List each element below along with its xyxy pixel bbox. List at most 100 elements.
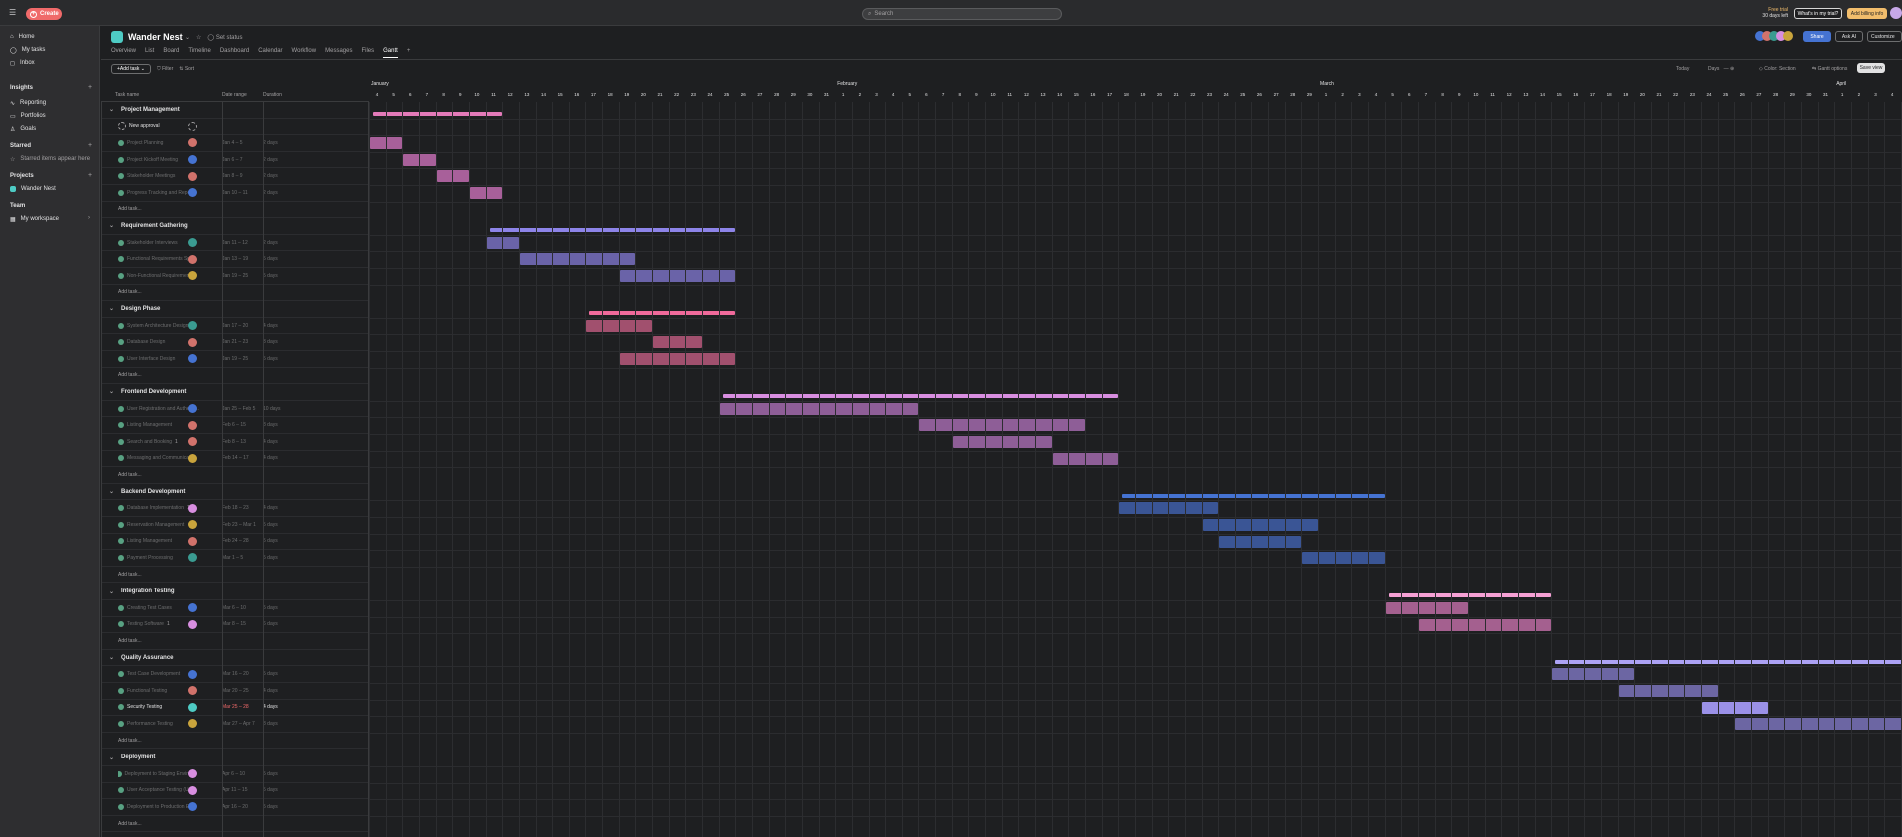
add-task-row[interactable]: Add task...	[101, 285, 369, 302]
approval-icon[interactable]	[118, 122, 126, 131]
assignee-avatar[interactable]	[188, 669, 197, 679]
color-select[interactable]: ◇ Color: Section	[1759, 64, 1796, 74]
complete-check-icon[interactable]	[118, 787, 124, 794]
add-task-row[interactable]: Add task...	[101, 368, 369, 385]
complete-check-icon[interactable]	[118, 554, 124, 561]
assignee-avatar[interactable]	[188, 271, 197, 281]
task-row[interactable]: Stakeholder Meetings Jan 8 – 9 2 days	[101, 168, 369, 185]
task-bar[interactable]	[1735, 718, 1902, 731]
task-row[interactable]: User Acceptance Testing (UAT) Apr 11 – 15…	[101, 783, 369, 800]
assignee-avatar[interactable]	[188, 404, 197, 414]
complete-check-icon[interactable]	[118, 538, 124, 545]
task-row[interactable]: Project Planning Jan 4 – 5 2 days	[101, 135, 369, 152]
task-row[interactable]: Messaging and Communicati... Feb 14 – 17 4…	[101, 451, 369, 468]
sidebar-item-my-tasks[interactable]: ◯ My tasks	[10, 45, 45, 55]
assignee-avatar[interactable]	[188, 188, 197, 198]
task-date-range[interactable]: Jan 21 – 23	[222, 339, 248, 345]
ask-ai-button[interactable]: Ask AI	[1835, 31, 1863, 42]
task-row[interactable]: Test Case Development Mar 16 – 20 5 days	[101, 666, 369, 683]
add-project-icon[interactable]: +	[88, 172, 92, 179]
sidebar-item-portfolios[interactable]: ▭ Portfolios	[10, 111, 46, 121]
complete-check-icon[interactable]	[118, 355, 124, 362]
col-duration[interactable]: Duration	[263, 92, 282, 98]
add-starred-icon[interactable]: +	[88, 142, 92, 149]
task-date-range[interactable]: Jan 4 – 5	[222, 140, 243, 146]
assignee-avatar[interactable]	[188, 254, 197, 264]
task-row[interactable]: Payment Processing Mar 1 – 5 5 days	[101, 550, 369, 567]
assignee-avatar[interactable]	[188, 238, 197, 248]
assignee-avatar[interactable]	[188, 337, 197, 347]
task-date-range[interactable]: Apr 6 – 10	[222, 771, 245, 777]
zoom-select[interactable]: Days — ⊕	[1708, 64, 1734, 74]
add-task-link[interactable]: Add task...	[118, 821, 204, 827]
assignee-avatar[interactable]	[188, 321, 197, 331]
complete-check-icon[interactable]	[118, 405, 124, 412]
sidebar-item-goals[interactable]: ♙ Goals	[10, 124, 36, 134]
complete-check-icon[interactable]	[118, 604, 124, 611]
assignee-avatar[interactable]	[188, 420, 197, 430]
complete-check-icon[interactable]	[118, 189, 124, 196]
complete-check-icon[interactable]	[118, 438, 124, 445]
add-task-row[interactable]: Add task...	[101, 567, 369, 584]
task-row[interactable]: Creating Test Cases Mar 6 – 10 5 days	[101, 600, 369, 617]
customize-button[interactable]: Customize	[1867, 31, 1902, 42]
task-date-range[interactable]: Mar 8 – 15	[222, 621, 246, 627]
whats-in-trial-button[interactable]: What's in my trial?	[1794, 8, 1842, 19]
task-date-range[interactable]: Jan 19 – 25	[222, 356, 248, 362]
tab-messages[interactable]: Messages	[325, 48, 352, 58]
set-status-button[interactable]: ◯ Set status	[207, 34, 242, 41]
assignee-avatar[interactable]	[188, 155, 197, 165]
task-row[interactable]: Functional Testing Mar 20 – 25 4 days	[101, 683, 369, 700]
add-task-row[interactable]: Add task...	[101, 467, 369, 484]
add-task-row[interactable]: Add task...	[101, 202, 369, 219]
task-date-range[interactable]: Jan 11 – 12	[222, 240, 248, 246]
complete-check-icon[interactable]	[118, 156, 124, 163]
col-date-range[interactable]: Date range	[222, 92, 247, 98]
task-row[interactable]: Search and Booking 1 Feb 8 – 13 4 days	[101, 434, 369, 451]
tab-dashboard[interactable]: Dashboard	[220, 48, 249, 58]
user-avatar[interactable]	[1890, 7, 1902, 19]
task-date-range[interactable]: Mar 25 – 28	[222, 704, 249, 710]
section-name[interactable]: ⌄ Quality Assurance	[109, 654, 209, 662]
task-bar[interactable]	[1552, 668, 1635, 681]
add-task-link[interactable]: Add task...	[118, 738, 204, 744]
add-task-link[interactable]: Add task...	[118, 289, 204, 295]
complete-check-icon[interactable]	[118, 239, 124, 246]
section-name[interactable]: ⌄ Project Management	[109, 106, 209, 114]
assignee-avatar[interactable]	[188, 686, 197, 696]
chevron-down-icon[interactable]: ⌄	[109, 222, 114, 229]
chevron-down-icon[interactable]: ⌄	[109, 388, 114, 395]
assignee-avatar[interactable]	[188, 536, 197, 546]
sidebar-section-insights[interactable]: Insights	[10, 85, 33, 91]
tab-gantt[interactable]: Gantt	[383, 48, 398, 58]
col-task-name[interactable]: Task name	[115, 92, 139, 98]
add-task-link[interactable]: Add task...	[118, 372, 204, 378]
task-date-range[interactable]: Jan 25 – Feb 5	[222, 406, 255, 412]
complete-check-icon[interactable]	[118, 455, 124, 462]
task-date-range[interactable]: Apr 16 – 20	[222, 804, 248, 810]
task-row[interactable]: Functional Requirements Spec Jan 13 – 19 5…	[101, 251, 369, 268]
task-date-range[interactable]: Feb 23 – Mar 1	[222, 522, 256, 528]
tab-list[interactable]: List	[145, 48, 154, 58]
task-date-range[interactable]: Mar 20 – 25	[222, 688, 249, 694]
task-row[interactable]: Database Design Jan 21 – 23 3 days	[101, 334, 369, 351]
complete-check-icon[interactable]	[118, 256, 124, 263]
filter-button[interactable]: ⛉ Filter	[157, 66, 173, 72]
complete-check-icon[interactable]	[118, 704, 124, 711]
add-insight-icon[interactable]: +	[88, 84, 92, 91]
complete-check-icon[interactable]	[118, 322, 124, 329]
tab-workflow[interactable]: Workflow	[292, 48, 317, 58]
assignee-avatar[interactable]	[188, 769, 197, 779]
hamburger-menu-icon[interactable]: ☰	[9, 9, 16, 17]
complete-check-icon[interactable]	[118, 505, 124, 512]
sidebar-section-projects[interactable]: Projects	[10, 173, 34, 179]
chevron-down-icon[interactable]: ⌄	[109, 654, 114, 661]
task-row[interactable]: Database Implementation1Feb 18 – 234 day…	[101, 500, 369, 517]
task-date-range[interactable]: Feb 18 – 23	[222, 505, 249, 511]
task-bar[interactable]	[1302, 552, 1385, 565]
task-row[interactable]: Stakeholder Interviews Jan 11 – 12 2 days	[101, 235, 369, 252]
task-row[interactable]: Security Testing Mar 25 – 28 4 days	[101, 700, 369, 717]
task-date-range[interactable]: Jan 19 – 25	[222, 273, 248, 279]
assignee-avatar[interactable]	[188, 802, 197, 812]
section-summary-bar[interactable]	[589, 311, 736, 316]
